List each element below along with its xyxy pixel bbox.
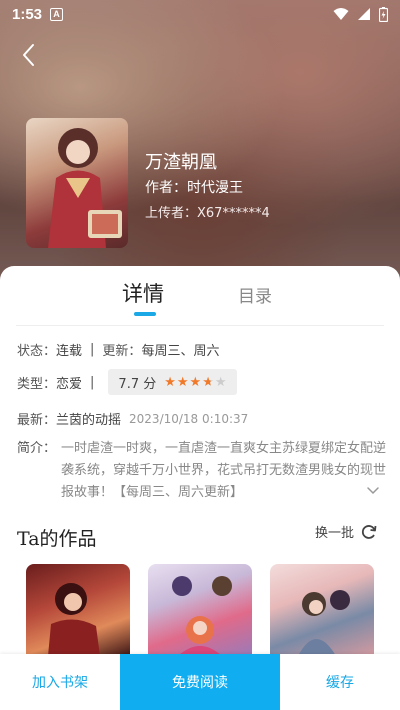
notification-icon: A [50,7,64,21]
status-bar: 1:53 A [0,0,400,28]
refresh-button[interactable]: 换一批 [315,522,378,541]
type-value: 恋爱 [56,376,83,392]
refresh-icon [361,524,377,539]
tab-details[interactable]: 详情 [122,278,164,308]
free-read-button[interactable]: 免费阅读 [120,654,280,710]
status-value: 连载 [56,344,83,359]
status-row: 状态： 连载 | 更新： 每周三、周六 [17,340,219,359]
book-cover [26,118,128,248]
status-label: 状态： [17,344,57,359]
divider [16,325,384,326]
thumbnail-art [172,576,232,656]
rating-chip: 7.7 分 ★ ★ ★ ★ ★ [108,369,237,395]
summary: 简介： 一时虐渣一时爽，一直虐渣一直爽女主苏绿夏绑定女配逆袭系统，穿越千万小世界… [17,438,387,504]
bottom-action-bar: 加入书架 免费阅读 缓存 [0,654,400,710]
cover-art [48,128,122,248]
star-empty-icon: ★ [214,374,227,390]
rating-stars: ★ ★ ★ ★ ★ [164,375,226,390]
back-arrow-icon[interactable] [14,40,44,70]
star-icon: ★ [164,374,176,390]
star-icon: ★ [189,374,202,390]
separator: | [90,374,95,390]
work-thumbnail[interactable] [270,564,374,656]
star-half-icon: ★ [202,374,214,390]
thumbnail-art [48,583,100,656]
detail-sheet: 详情 目录 状态： 连载 | 更新： 每周三、周六 类型： 恋爱 | 7.7 分… [0,266,400,710]
battery-icon [379,6,388,22]
works-title: Ta的作品 [17,528,97,550]
type-label: 类型： [17,376,57,392]
work-thumbnail[interactable] [148,564,252,656]
tab-bar: 详情 目录 [0,266,400,326]
summary-label: 简介： [17,441,57,456]
latest-label: 最新： [17,413,57,428]
add-to-shelf-button[interactable]: 加入书架 [0,654,120,710]
star-icon: ★ [176,374,189,390]
rating-score: 7.7 分 [118,376,157,392]
cache-button[interactable]: 缓存 [280,654,400,710]
book-uploader: 上传者：X67******4 [145,206,270,221]
tab-indicator [134,312,156,316]
latest-row[interactable]: 最新： 兰茵的动摇 2023/10/18 0:10:37 [17,409,249,429]
update-value: 每周三、周六 [141,344,220,359]
refresh-label: 换一批 [314,526,354,541]
latest-chapter[interactable]: 兰茵的动摇 [56,409,121,428]
status-time: 1:53 [12,5,43,23]
book-author: 作者：时代漫王 [145,180,243,196]
signal-icon [358,8,370,20]
work-thumbnail[interactable] [26,564,130,656]
latest-time: 2023/10/18 0:10:37 [129,411,249,426]
thumbnail-art [298,590,350,656]
tab-catalog[interactable]: 目录 [238,282,272,307]
book-title: 万渣朝凰 [145,152,217,173]
update-label: 更新： [102,344,142,359]
wifi-icon [333,8,349,20]
summary-text: 一时虐渣一时爽，一直虐渣一直爽女主苏绿夏绑定女配逆袭系统，穿越千万小世界，花式吊… [61,441,387,500]
type-row: 类型： 恋爱 | 7.7 分 ★ ★ ★ ★ ★ [17,369,237,395]
chevron-down-icon[interactable] [366,484,380,498]
separator: | [90,342,95,357]
